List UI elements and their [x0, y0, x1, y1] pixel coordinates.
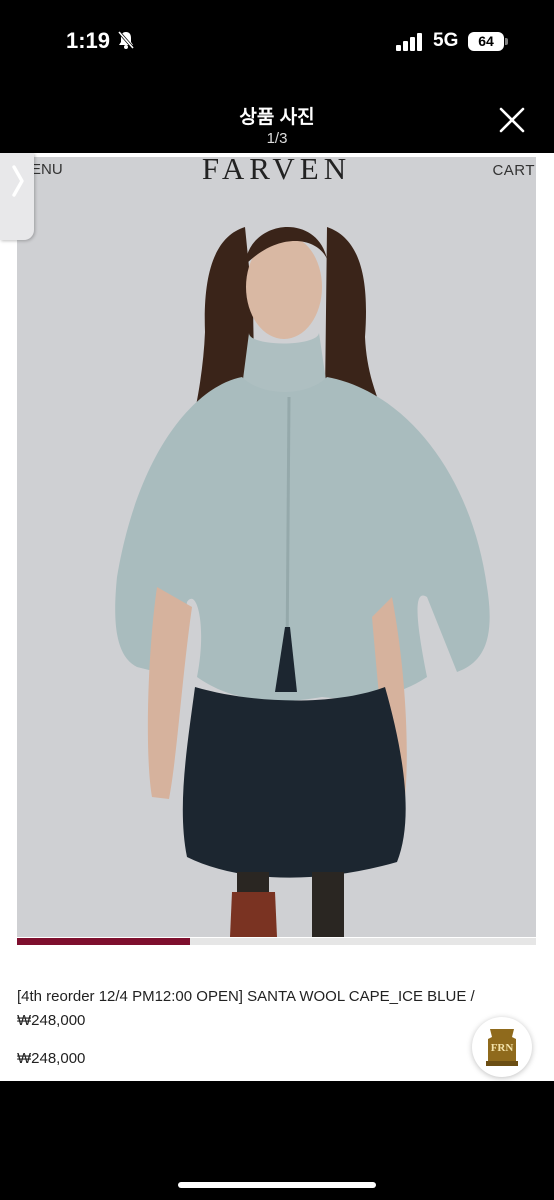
chevron-right-icon	[12, 165, 24, 197]
cart-link: CART	[492, 162, 535, 179]
menu-link: ENU	[31, 161, 63, 178]
model-photo	[17, 157, 536, 937]
brand-logo: FARVEN	[201, 157, 352, 186]
network-label: 5G	[433, 30, 459, 51]
brand-badge[interactable]: FRN	[472, 1017, 532, 1077]
image-counter: 1/3	[266, 130, 288, 147]
viewer-header: 상품 사진 1/3	[0, 90, 554, 152]
close-icon[interactable]	[494, 102, 530, 138]
gallery-progress-track	[17, 938, 536, 945]
product-photo[interactable]: FARVEN ENU CART	[17, 157, 536, 937]
viewer-title: 상품 사진	[239, 107, 315, 128]
product-image-viewer: FARVEN ENU CART [4th reorder 12/4 PM12:0…	[0, 153, 554, 1081]
battery-icon: 64	[468, 32, 504, 51]
side-tab-button[interactable]	[0, 153, 34, 240]
silent-bell-icon	[117, 31, 135, 49]
home-indicator	[178, 1182, 376, 1188]
keystone-logo-icon: FRN	[486, 1029, 518, 1066]
battery-level: 64	[478, 33, 494, 49]
status-bar: 1:19 5G 64	[0, 0, 554, 80]
gallery-progress-fill	[17, 938, 190, 945]
product-title: [4th reorder 12/4 PM12:00 OPEN] SANTA WO…	[17, 988, 475, 1029]
signal-icon	[396, 33, 422, 51]
badge-text: FRN	[491, 1042, 514, 1054]
product-price: ₩248,000	[17, 1050, 86, 1067]
battery-cap	[505, 38, 508, 45]
status-time: 1:19	[66, 28, 111, 53]
